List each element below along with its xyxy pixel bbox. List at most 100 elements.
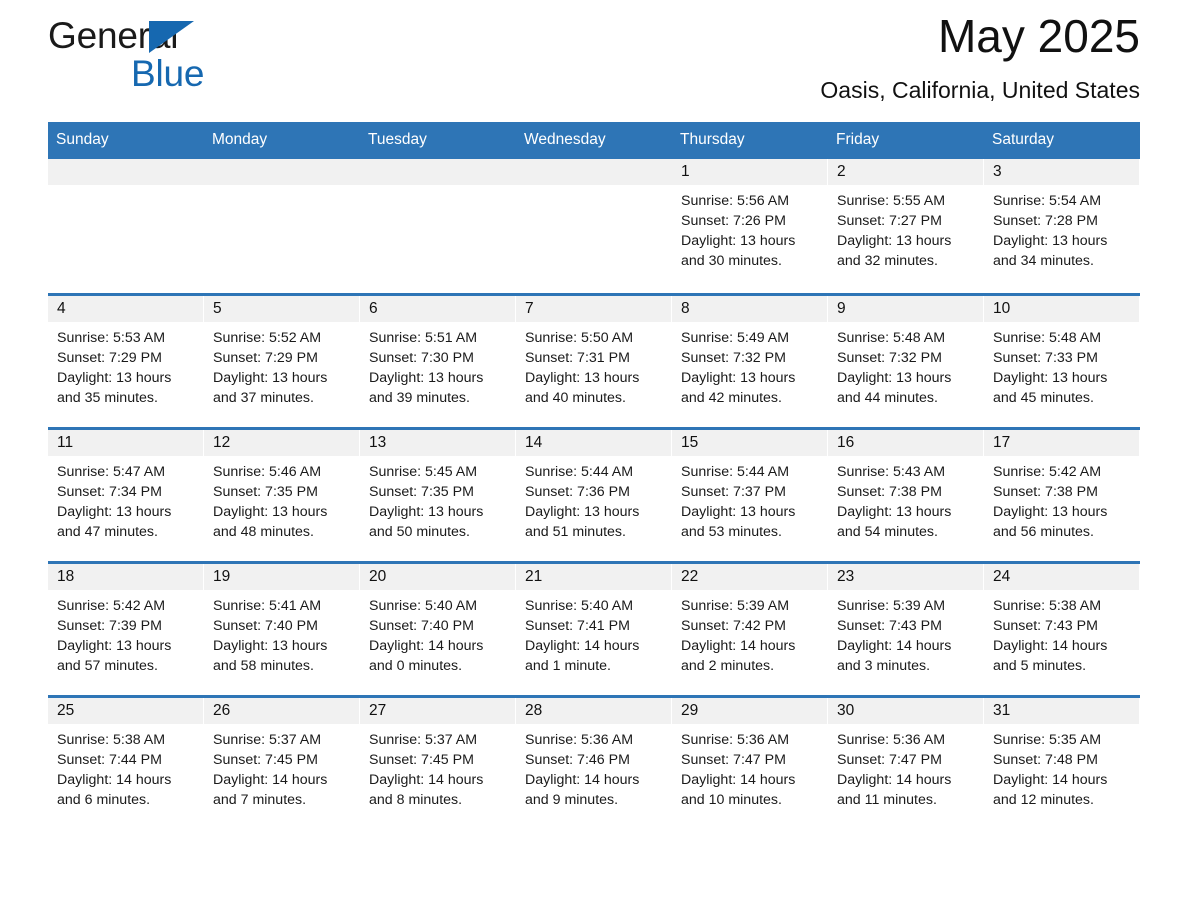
sunrise-text: Sunrise: 5:56 AM — [681, 193, 790, 209]
daylight-text-line1: Daylight: 13 hours — [525, 370, 640, 386]
calendar-day-cell[interactable]: 25 Sunrise: 5:38 AM Sunset: 7:44 PM Dayligh… — [48, 698, 204, 829]
calendar-day-cell[interactable]: 28 Sunrise: 5:36 AM Sunset: 7:46 PM Dayligh… — [516, 698, 672, 829]
sunrise-text: Sunrise: 5:44 AM — [525, 464, 634, 480]
day-number: 6 — [360, 296, 516, 322]
calendar-day-cell[interactable]: 24 Sunrise: 5:38 AM Sunset: 7:43 PM Dayligh… — [984, 564, 1140, 695]
sunrise-text: Sunrise: 5:39 AM — [681, 598, 790, 614]
daylight-text-line1: Daylight: 14 hours — [369, 772, 484, 788]
sunset-text: Sunset: 7:36 PM — [525, 484, 630, 500]
calendar-day-cell[interactable]: 13 Sunrise: 5:45 AM Sunset: 7:35 PM Dayligh… — [360, 430, 516, 561]
calendar-day-cell[interactable]: 19 Sunrise: 5:41 AM Sunset: 7:40 PM Dayligh… — [204, 564, 360, 695]
day-number: 26 — [204, 698, 360, 724]
day-number: 27 — [360, 698, 516, 724]
day-number: 10 — [984, 296, 1140, 322]
calendar-day-cell[interactable]: 20 Sunrise: 5:40 AM Sunset: 7:40 PM Dayligh… — [360, 564, 516, 695]
calendar-day-cell[interactable]: 1 Sunrise: 5:56 AM Sunset: 7:26 PM Daylight… — [672, 159, 828, 293]
day-number: 3 — [984, 159, 1140, 185]
daylight-text-line1: Daylight: 14 hours — [837, 772, 952, 788]
sunset-text: Sunset: 7:47 PM — [837, 752, 942, 768]
weekday-header-friday: Friday — [836, 131, 880, 148]
day-number: 9 — [828, 296, 984, 322]
day-details: Sunrise: 5:47 AM Sunset: 7:34 PM Daylight:… — [48, 456, 204, 542]
calendar-day-cell[interactable]: 27 Sunrise: 5:37 AM Sunset: 7:45 PM Dayligh… — [360, 698, 516, 829]
sunrise-text: Sunrise: 5:36 AM — [681, 732, 790, 748]
sunrise-text: Sunrise: 5:45 AM — [369, 464, 478, 480]
sunset-text: Sunset: 7:39 PM — [57, 618, 162, 634]
calendar-day-cell[interactable]: 14 Sunrise: 5:44 AM Sunset: 7:36 PM Dayligh… — [516, 430, 672, 561]
daylight-text-line2: and 10 minutes. — [681, 792, 782, 808]
daylight-text-line2: and 35 minutes. — [57, 390, 158, 406]
daylight-text-line2: and 42 minutes. — [681, 390, 782, 406]
day-details: Sunrise: 5:40 AM Sunset: 7:41 PM Daylight:… — [516, 590, 672, 676]
daylight-text-line2: and 47 minutes. — [57, 524, 158, 540]
calendar-day-cell[interactable]: 8 Sunrise: 5:49 AM Sunset: 7:32 PM Daylight… — [672, 296, 828, 427]
daylight-text-line2: and 12 minutes. — [993, 792, 1094, 808]
sunset-text: Sunset: 7:44 PM — [57, 752, 162, 768]
daylight-text-line2: and 37 minutes. — [213, 390, 314, 406]
calendar-weeks: 1 Sunrise: 5:56 AM Sunset: 7:26 PM Daylight… — [48, 159, 1140, 829]
calendar-day-cell[interactable]: 23 Sunrise: 5:39 AM Sunset: 7:43 PM Dayligh… — [828, 564, 984, 695]
calendar-day-cell[interactable]: 16 Sunrise: 5:43 AM Sunset: 7:38 PM Dayligh… — [828, 430, 984, 561]
day-number — [204, 159, 360, 185]
sunrise-text: Sunrise: 5:48 AM — [837, 330, 946, 346]
day-details: Sunrise: 5:35 AM Sunset: 7:48 PM Daylight:… — [984, 724, 1140, 810]
day-number: 18 — [48, 564, 204, 590]
daylight-text-line2: and 50 minutes. — [369, 524, 470, 540]
day-number: 11 — [48, 430, 204, 456]
calendar-day-cell[interactable]: 31 Sunrise: 5:35 AM Sunset: 7:48 PM Dayligh… — [984, 698, 1140, 829]
day-number: 24 — [984, 564, 1140, 590]
day-details: Sunrise: 5:43 AM Sunset: 7:38 PM Daylight:… — [828, 456, 984, 542]
day-details: Sunrise: 5:37 AM Sunset: 7:45 PM Daylight:… — [360, 724, 516, 810]
weekday-header-row: Sunday Monday Tuesday Wednesday Thursday… — [48, 122, 1140, 159]
calendar-day-cell[interactable]: 22 Sunrise: 5:39 AM Sunset: 7:42 PM Dayligh… — [672, 564, 828, 695]
calendar-day-cell[interactable]: 11 Sunrise: 5:47 AM Sunset: 7:34 PM Dayligh… — [48, 430, 204, 561]
daylight-text-line2: and 57 minutes. — [57, 658, 158, 674]
daylight-text-line1: Daylight: 14 hours — [213, 772, 328, 788]
calendar-day-cell[interactable]: 5 Sunrise: 5:52 AM Sunset: 7:29 PM Daylight… — [204, 296, 360, 427]
day-number: 2 — [828, 159, 984, 185]
calendar-day-cell[interactable]: 17 Sunrise: 5:42 AM Sunset: 7:38 PM Dayligh… — [984, 430, 1140, 561]
sunset-text: Sunset: 7:26 PM — [681, 213, 786, 229]
daylight-text-line1: Daylight: 13 hours — [57, 504, 172, 520]
calendar-day-cell[interactable]: 15 Sunrise: 5:44 AM Sunset: 7:37 PM Dayligh… — [672, 430, 828, 561]
calendar-day-cell[interactable]: 30 Sunrise: 5:36 AM Sunset: 7:47 PM Dayligh… — [828, 698, 984, 829]
calendar-day-cell[interactable]: 7 Sunrise: 5:50 AM Sunset: 7:31 PM Daylight… — [516, 296, 672, 427]
calendar-day-cell[interactable]: 6 Sunrise: 5:51 AM Sunset: 7:30 PM Daylight… — [360, 296, 516, 427]
daylight-text-line1: Daylight: 13 hours — [213, 370, 328, 386]
daylight-text-line2: and 58 minutes. — [213, 658, 314, 674]
general-blue-logo[interactable]: General Blue — [48, 16, 268, 94]
day-number: 14 — [516, 430, 672, 456]
triangle-icon — [149, 21, 194, 53]
daylight-text-line1: Daylight: 13 hours — [993, 233, 1108, 249]
calendar-day-cell[interactable]: 18 Sunrise: 5:42 AM Sunset: 7:39 PM Dayligh… — [48, 564, 204, 695]
sunset-text: Sunset: 7:33 PM — [993, 350, 1098, 366]
sunrise-text: Sunrise: 5:52 AM — [213, 330, 322, 346]
calendar-day-cell[interactable]: 2 Sunrise: 5:55 AM Sunset: 7:27 PM Daylight… — [828, 159, 984, 293]
calendar-day-cell[interactable]: 12 Sunrise: 5:46 AM Sunset: 7:35 PM Dayligh… — [204, 430, 360, 561]
day-details: Sunrise: 5:41 AM Sunset: 7:40 PM Daylight:… — [204, 590, 360, 676]
daylight-text-line2: and 30 minutes. — [681, 253, 782, 269]
calendar-day-cell[interactable]: 26 Sunrise: 5:37 AM Sunset: 7:45 PM Dayligh… — [204, 698, 360, 829]
sunrise-text: Sunrise: 5:39 AM — [837, 598, 946, 614]
calendar-day-cell[interactable]: 4 Sunrise: 5:53 AM Sunset: 7:29 PM Daylight… — [48, 296, 204, 427]
calendar-day-cell[interactable]: 10 Sunrise: 5:48 AM Sunset: 7:33 PM Dayligh… — [984, 296, 1140, 427]
daylight-text-line1: Daylight: 14 hours — [681, 638, 796, 654]
daylight-text-line2: and 8 minutes. — [369, 792, 463, 808]
sunrise-text: Sunrise: 5:37 AM — [369, 732, 478, 748]
calendar-day-cell[interactable]: 21 Sunrise: 5:40 AM Sunset: 7:41 PM Dayligh… — [516, 564, 672, 695]
calendar-day-cell[interactable]: 3 Sunrise: 5:54 AM Sunset: 7:28 PM Daylight… — [984, 159, 1140, 293]
day-details: Sunrise: 5:44 AM Sunset: 7:36 PM Daylight:… — [516, 456, 672, 542]
day-number: 22 — [672, 564, 828, 590]
calendar-day-cell-empty — [360, 159, 516, 293]
daylight-text-line1: Daylight: 13 hours — [57, 638, 172, 654]
calendar-day-cell[interactable]: 9 Sunrise: 5:48 AM Sunset: 7:32 PM Daylight… — [828, 296, 984, 427]
calendar-week-row: 1 Sunrise: 5:56 AM Sunset: 7:26 PM Daylight… — [48, 159, 1140, 293]
calendar-day-cell[interactable]: 29 Sunrise: 5:36 AM Sunset: 7:47 PM Dayligh… — [672, 698, 828, 829]
weekday-header-tuesday: Tuesday — [368, 131, 427, 148]
day-number: 23 — [828, 564, 984, 590]
sunrise-text: Sunrise: 5:49 AM — [681, 330, 790, 346]
day-number: 19 — [204, 564, 360, 590]
daylight-text-line1: Daylight: 14 hours — [369, 638, 484, 654]
daylight-text-line2: and 32 minutes. — [837, 253, 938, 269]
sunrise-text: Sunrise: 5:42 AM — [993, 464, 1102, 480]
